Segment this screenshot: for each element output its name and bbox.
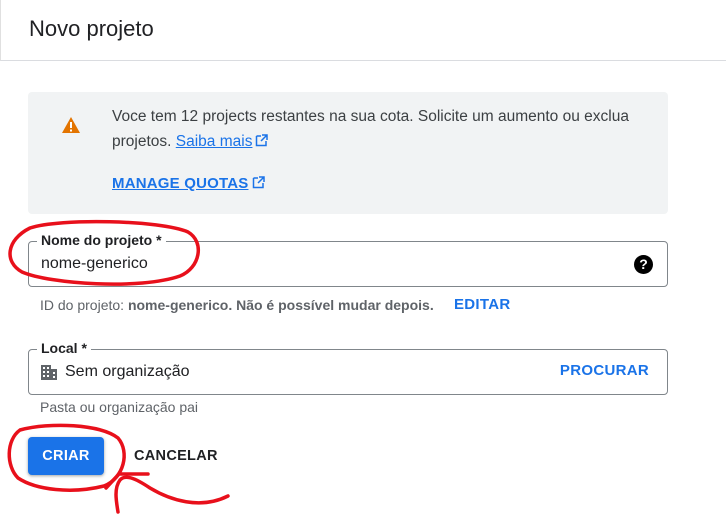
location-label: Local *	[37, 340, 91, 356]
dialog-header: Novo projeto	[0, 0, 726, 61]
building-icon	[41, 365, 57, 380]
quota-banner: Voce tem 12 projects restantes na sua co…	[28, 92, 668, 214]
location-hint: Pasta ou organização pai	[40, 399, 198, 415]
manage-quotas-link[interactable]: MANAGE QUOTAS	[112, 175, 265, 192]
search-location-button[interactable]: PROCURAR	[560, 362, 649, 379]
create-button[interactable]: CRIAR	[28, 437, 104, 475]
project-name-input[interactable]: nome-generico	[41, 255, 148, 273]
edit-project-id-button[interactable]: EDITAR	[454, 296, 511, 313]
project-id-value: nome-generico	[127, 297, 229, 313]
learn-more-link[interactable]: Saiba mais	[176, 133, 253, 150]
location-value: Sem organização	[65, 363, 190, 380]
arrow-annotation	[114, 475, 230, 514]
project-name-field[interactable]: Nome do projeto * nome-generico ?	[28, 232, 668, 287]
arrow-head-annotation	[104, 472, 150, 490]
project-id-prefix: ID do projeto:	[40, 297, 125, 313]
manage-quotas-label: MANAGE QUOTAS	[112, 175, 249, 192]
warning-icon	[62, 117, 80, 133]
help-icon[interactable]: ?	[634, 255, 653, 274]
project-name-label: Nome do projeto *	[37, 232, 166, 248]
location-field[interactable]: Local * Sem organização PROCURAR	[28, 340, 668, 395]
cancel-button[interactable]: CANCELAR	[124, 437, 228, 475]
external-link-icon	[252, 176, 265, 189]
external-link-icon	[256, 134, 269, 147]
quota-message: Voce tem 12 projects restantes na sua co…	[112, 104, 632, 154]
project-id-suffix: . Não é possível mudar depois.	[228, 297, 434, 313]
page-title: Novo projeto	[29, 16, 154, 41]
learn-more-label: Saiba mais	[175, 133, 253, 150]
project-id-info: ID do projeto: nome-generico. Não é poss…	[40, 297, 434, 313]
